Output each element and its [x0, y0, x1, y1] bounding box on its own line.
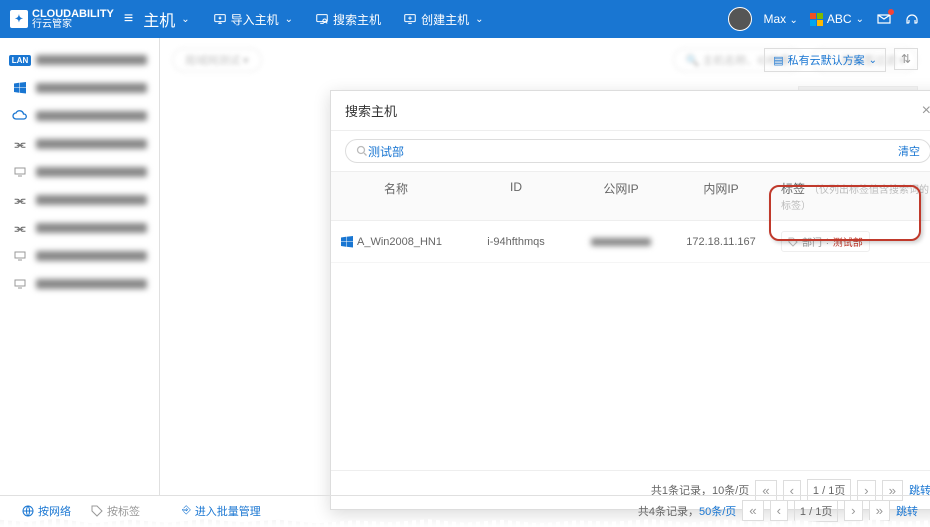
pager-jump[interactable]: 跳转: [896, 503, 918, 519]
host-icon: [12, 164, 28, 180]
search-host-button[interactable]: 搜索主机: [307, 7, 389, 32]
col-private-ip: 内网IP: [671, 172, 771, 220]
modal-search-row: 清空: [331, 131, 930, 171]
avatar[interactable]: [728, 7, 752, 31]
enter-icon: ⎆: [182, 504, 191, 517]
clear-search-link[interactable]: 清空: [898, 143, 920, 159]
results-table: 名称 ID 公网IP 内网IP 标签（仅列出标签值含搜索词的标签） A_Win2…: [331, 171, 930, 470]
search-icon: [356, 145, 368, 157]
tab-by-tag[interactable]: 按标签: [81, 497, 150, 525]
table-header: 名称 ID 公网IP 内网IP 标签（仅列出标签值含搜索词的标签）: [331, 171, 930, 221]
table-row[interactable]: A_Win2008_HN1 i-94hfthmqs 172.18.11.167 …: [331, 221, 930, 263]
search-input[interactable]: [368, 144, 898, 158]
logo-text: CLOUDABILITY行云管家: [32, 9, 114, 30]
org-switcher[interactable]: ABC ⌄: [810, 12, 864, 26]
col-public-ip: 公网IP: [571, 172, 671, 220]
tag-icon: [788, 237, 798, 247]
sidebar-item[interactable]: [0, 242, 159, 270]
modal-header: 搜索主机 ×: [331, 91, 930, 131]
ms-logo-icon: [810, 13, 823, 26]
footer-tabs: 按网络 按标签: [12, 497, 172, 525]
notification-dot: [888, 9, 894, 15]
page-footer: 按网络 按标签 ⎆进入批量管理 共4条记录，50条/页 « ‹ 1 / 1页 ›…: [0, 495, 930, 525]
close-icon[interactable]: ×: [922, 102, 930, 120]
content: 局域网测试 ▾ 🔍 主机名称、ID检索 🏷 按标签过滤 ▾ ▤ 私有云默认方案 …: [160, 38, 930, 495]
sidebar-item[interactable]: ⫘: [0, 130, 159, 158]
sidebar-item[interactable]: ⫘: [0, 186, 159, 214]
windows-icon: [341, 236, 353, 248]
search-host-icon: [315, 12, 329, 26]
notifications-icon[interactable]: [876, 11, 892, 27]
chain-icon: ⫘: [12, 136, 28, 152]
scheme-selector[interactable]: ▤ 私有云默认方案 ⌄: [764, 48, 886, 72]
search-host-modal: 搜索主机 × 清空 名称 ID 公网IP 内网IP: [330, 90, 930, 510]
windows-icon: [12, 80, 28, 96]
sidebar: LAN ⫘ ⫘ ⫘: [0, 38, 160, 495]
pager-page[interactable]: 1 / 1页: [794, 500, 838, 522]
sidebar-item[interactable]: [0, 158, 159, 186]
header-right: Max ⌄ ABC ⌄: [728, 7, 920, 31]
sidebar-item[interactable]: LAN: [0, 46, 159, 74]
footer-pager: 共4条记录，50条/页 « ‹ 1 / 1页 › » 跳转: [638, 500, 918, 522]
app-header: ✦ CLOUDABILITY行云管家 ≡ 主机 ⌄ 导入主机⌄ 搜索主机 创建主…: [0, 0, 930, 38]
chain-icon: ⫘: [12, 192, 28, 208]
nav-actions: 导入主机⌄ 搜索主机 创建主机⌄: [205, 7, 492, 32]
host-icon: [12, 276, 28, 292]
create-icon: [403, 12, 417, 26]
cell-private-ip: 172.18.11.167: [671, 226, 771, 258]
host-icon: [12, 248, 28, 264]
pager-next[interactable]: ›: [844, 500, 862, 521]
search-box: 清空: [345, 139, 930, 163]
layout-icon: ▤: [773, 54, 783, 67]
modal-title: 搜索主机: [345, 101, 397, 120]
cloud-icon: [12, 108, 28, 124]
brand-logo: ✦ CLOUDABILITY行云管家: [10, 9, 114, 30]
create-host-button[interactable]: 创建主机⌄: [395, 7, 491, 32]
cell-name: A_Win2008_HN1: [331, 226, 461, 258]
tag-chip: 部门 : 测试部: [781, 231, 870, 252]
import-icon: [213, 12, 227, 26]
col-id: ID: [461, 172, 571, 220]
pager-last[interactable]: »: [869, 500, 890, 521]
network-icon: [22, 505, 34, 517]
import-host-button[interactable]: 导入主机⌄: [205, 7, 301, 32]
col-name: 名称: [331, 172, 461, 220]
cell-id: i-94hfthmqs: [461, 226, 571, 258]
title-dropdown-icon[interactable]: ⌄: [181, 14, 189, 25]
cell-public-ip: [571, 228, 671, 256]
sidebar-item[interactable]: [0, 102, 159, 130]
sidebar-item[interactable]: [0, 270, 159, 298]
sidebar-item[interactable]: ⫘: [0, 214, 159, 242]
logo-icon: ✦: [10, 10, 28, 28]
pager-first[interactable]: «: [742, 500, 763, 521]
user-menu[interactable]: Max ⌄: [764, 12, 798, 26]
page-title: 主机: [143, 7, 175, 31]
tag-icon: [91, 505, 103, 517]
col-tag: 标签（仅列出标签值含搜索词的标签）: [771, 172, 930, 220]
headset-icon[interactable]: [904, 11, 920, 27]
pager-info: 共4条记录，50条/页: [638, 503, 736, 519]
sort-button[interactable]: ⇅: [894, 48, 918, 70]
sidebar-item[interactable]: [0, 74, 159, 102]
chevron-down-icon: ⌄: [869, 55, 877, 66]
pager-prev[interactable]: ‹: [770, 500, 788, 521]
batch-manage-link[interactable]: ⎆进入批量管理: [182, 503, 261, 519]
menu-icon[interactable]: ≡: [124, 10, 133, 28]
main-area: LAN ⫘ ⫘ ⫘ 局域网测试 ▾ 🔍 主机名称、ID检索 🏷 按标签过滤 ▾ …: [0, 38, 930, 495]
modal-layer: 搜索主机 × 清空 名称 ID 公网IP 内网IP: [320, 76, 930, 465]
chain-icon: ⫘: [12, 220, 28, 236]
cell-tag: 部门 : 测试部: [771, 221, 930, 262]
lan-icon: LAN: [12, 52, 28, 68]
